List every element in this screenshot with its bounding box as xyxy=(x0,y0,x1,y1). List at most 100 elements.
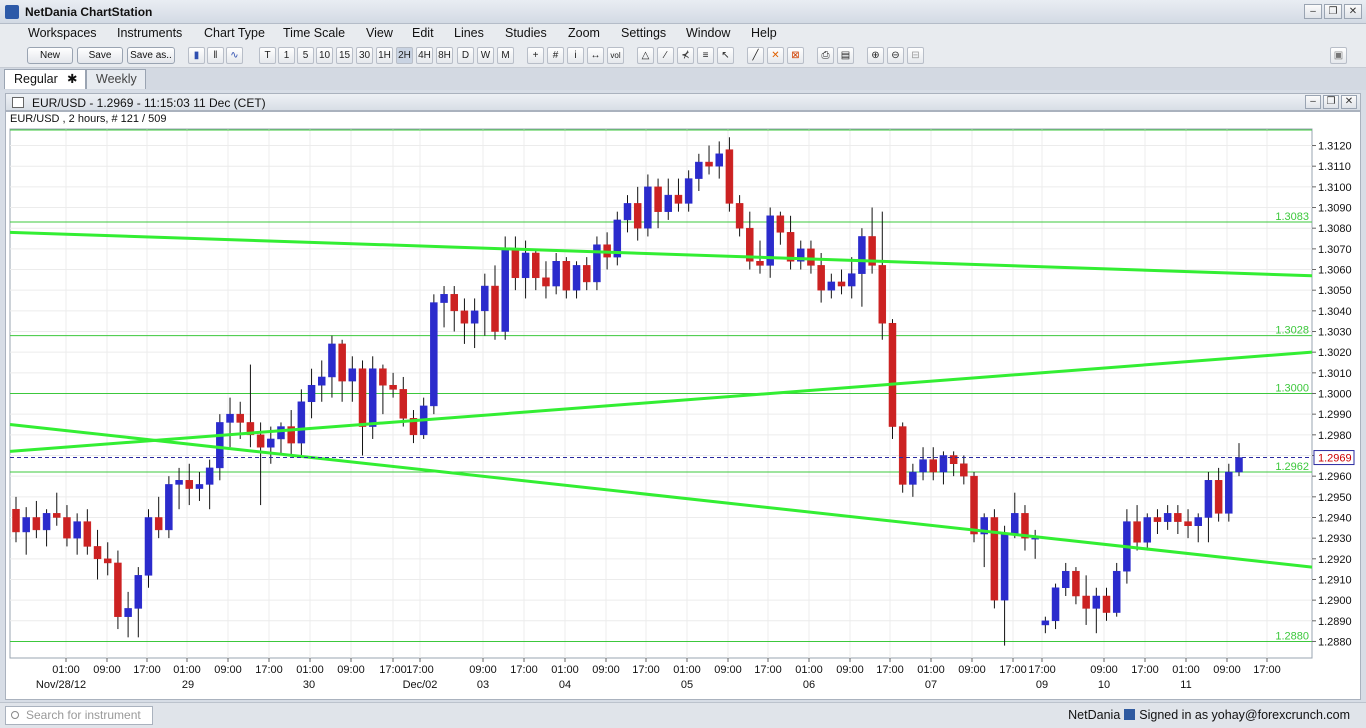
candle-body xyxy=(1163,513,1172,522)
timeframe-m[interactable]: M xyxy=(497,47,514,64)
x-tick-label: 01:00 xyxy=(173,664,201,676)
timeframe-8h[interactable]: 8H xyxy=(436,47,453,64)
candle-body xyxy=(114,562,122,617)
print-preview-icon[interactable]: ▤ xyxy=(837,47,854,64)
x-date-label: 05 xyxy=(681,679,693,691)
candle-body xyxy=(1102,595,1111,613)
fan-icon[interactable]: ⊀ xyxy=(677,47,694,64)
timeframe-15[interactable]: 15 xyxy=(336,47,353,64)
timeframe-1[interactable]: 1 xyxy=(278,47,295,64)
info-icon[interactable]: i xyxy=(567,47,584,64)
candle-body xyxy=(664,194,673,212)
save-as-button[interactable]: Save as.. xyxy=(127,47,175,64)
candle-body xyxy=(837,281,846,287)
x-tick-label: 01:00 xyxy=(917,664,945,676)
candle-body xyxy=(1214,480,1223,514)
bell-icon[interactable]: △ xyxy=(637,47,654,64)
cursor-icon[interactable]: ↖ xyxy=(717,47,734,64)
timeframe-5[interactable]: 5 xyxy=(297,47,314,64)
y-tick-label: 1.3080 xyxy=(1318,223,1352,235)
candle-body xyxy=(1000,533,1009,601)
candle-body xyxy=(481,285,489,312)
volume-icon[interactable]: vol xyxy=(607,47,624,64)
candle-body xyxy=(42,513,51,531)
candle-body xyxy=(226,413,234,423)
menu-edit[interactable]: Edit xyxy=(412,26,434,40)
menu-help[interactable]: Help xyxy=(751,26,777,40)
chart-minimize-button[interactable]: – xyxy=(1305,95,1321,109)
menu-workspaces[interactable]: Workspaces xyxy=(28,26,97,40)
timeframe-4h[interactable]: 4H xyxy=(416,47,433,64)
chart-close-button[interactable]: ✕ xyxy=(1341,95,1357,109)
x-tick-label: 01:00 xyxy=(795,664,823,676)
zoom-out-icon[interactable]: ⊖ xyxy=(887,47,904,64)
candle-body xyxy=(53,513,61,518)
x-tick-label: 09:00 xyxy=(1090,664,1118,676)
tab-regular[interactable]: Regular ✱ xyxy=(4,69,86,89)
grid-icon[interactable]: # xyxy=(547,47,564,64)
chart-restore-button[interactable]: ❐ xyxy=(1323,95,1339,109)
candle-body xyxy=(807,248,815,266)
timeframe-10[interactable]: 10 xyxy=(316,47,333,64)
x-tick-label: 17:00 xyxy=(510,664,538,676)
timeframe-1h[interactable]: 1H xyxy=(376,47,393,64)
restore-button[interactable]: ❐ xyxy=(1324,4,1342,19)
candle-body xyxy=(888,322,897,427)
y-tick-label: 1.3010 xyxy=(1318,368,1352,380)
chart-window-icon xyxy=(12,97,24,108)
search-input[interactable]: Search for instrument xyxy=(5,706,153,725)
candle-body xyxy=(103,558,112,564)
signed-in-label: Signed in as yohay@forexcrunch.com xyxy=(1139,708,1350,722)
new-button[interactable]: New xyxy=(27,47,73,64)
candle-body xyxy=(430,302,438,407)
zoom-in-icon[interactable]: ⊕ xyxy=(867,47,884,64)
bars-icon[interactable]: ǁ xyxy=(207,47,224,64)
trendline-icon[interactable]: ∕ xyxy=(657,47,674,64)
menu-window[interactable]: Window xyxy=(686,26,730,40)
minimize-button[interactable]: – xyxy=(1304,4,1322,19)
tab-close-icon[interactable]: ✱ xyxy=(67,70,77,88)
menu-lines[interactable]: Lines xyxy=(454,26,484,40)
save-button[interactable]: Save xyxy=(77,47,123,64)
candle-body xyxy=(1082,595,1090,609)
menu-view[interactable]: View xyxy=(366,26,393,40)
menu-studies[interactable]: Studies xyxy=(505,26,547,40)
timeframe-2h[interactable]: 2H xyxy=(396,47,413,64)
close-button[interactable]: ✕ xyxy=(1344,4,1362,19)
candle-body xyxy=(542,277,550,287)
candle-body xyxy=(328,343,336,378)
timeframe-30[interactable]: 30 xyxy=(356,47,373,64)
menu-instruments[interactable]: Instruments xyxy=(117,26,182,40)
x-tick-label: 09:00 xyxy=(337,664,365,676)
menu-chart-type[interactable]: Chart Type xyxy=(204,26,265,40)
menu-settings[interactable]: Settings xyxy=(621,26,666,40)
x-tick-label: 09:00 xyxy=(214,664,242,676)
candle-body xyxy=(725,149,734,204)
menu-time-scale[interactable]: Time Scale xyxy=(283,26,345,40)
x-date-label: 30 xyxy=(303,679,315,691)
print-icon[interactable]: ⎙ xyxy=(817,47,834,64)
candle-body xyxy=(277,426,285,440)
menu-zoom[interactable]: Zoom xyxy=(568,26,600,40)
zoom-reset-icon[interactable]: ⊟ xyxy=(907,47,924,64)
x-tick-label: 09:00 xyxy=(836,664,864,676)
candles-icon[interactable]: ▮ xyxy=(188,47,205,64)
price-chart[interactable]: 01:00 09:00 17:00 01:00 09:00 17:00 01:00 09:00… xyxy=(6,112,1360,699)
candle-body xyxy=(684,178,693,204)
y-tick-label: 1.2890 xyxy=(1318,616,1352,628)
fibonacci-icon[interactable]: ≡ xyxy=(697,47,714,64)
delete-icon[interactable]: ✕ xyxy=(767,47,784,64)
scale-icon[interactable]: ↔ xyxy=(587,47,604,64)
crosshair-icon[interactable]: + xyxy=(527,47,544,64)
tab-weekly[interactable]: Weekly xyxy=(86,69,146,89)
candle-body xyxy=(63,517,71,539)
tab-regular-label: Regular xyxy=(14,72,58,86)
panel-toggle-icon[interactable]: ▣ xyxy=(1330,47,1347,64)
draw-line-icon[interactable]: ╱ xyxy=(747,47,764,64)
candle-body xyxy=(195,484,204,489)
delete-all-icon[interactable]: ⊠ xyxy=(787,47,804,64)
timeframe-t[interactable]: T xyxy=(259,47,276,64)
timeframe-w[interactable]: W xyxy=(477,47,494,64)
timeframe-d[interactable]: D xyxy=(457,47,474,64)
line-chart-icon[interactable]: ∿ xyxy=(226,47,243,64)
